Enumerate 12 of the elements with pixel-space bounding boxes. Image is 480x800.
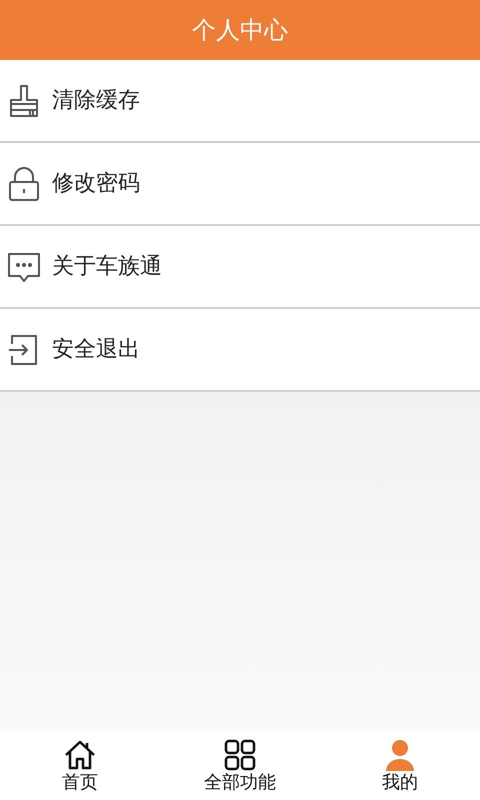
menu-item[interactable]: 关于车族通 [0,226,480,309]
lock-icon [6,166,42,202]
home-icon [63,738,97,772]
tab[interactable]: 首页 [0,732,160,800]
grid-icon [223,738,257,772]
menu-item[interactable]: 安全退出 [0,309,480,392]
menu-item[interactable]: 修改密码 [0,143,480,226]
menu-item[interactable]: 清除缓存 [0,60,480,143]
tab[interactable]: 全部功能 [160,732,320,800]
tab[interactable]: 我的 [320,732,480,800]
person-icon [383,738,417,772]
page-title: 个人中心 [192,15,288,46]
